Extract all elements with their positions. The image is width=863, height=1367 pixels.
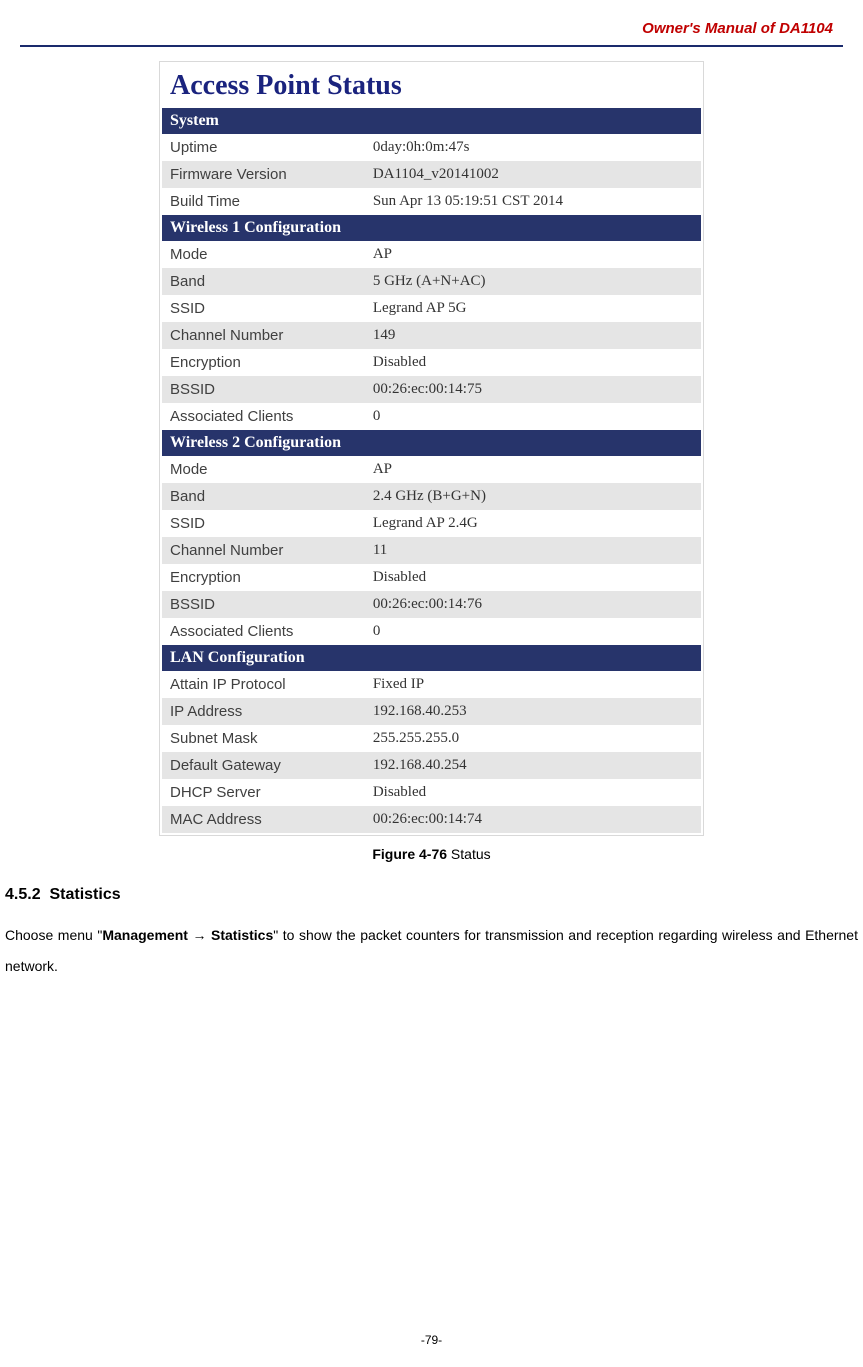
row-value: 00:26:ec:00:14:75 bbox=[367, 376, 701, 403]
row-label: Mode bbox=[162, 241, 367, 268]
section-wireless2: Wireless 2 Configuration bbox=[162, 430, 701, 456]
table-row: SSIDLegrand AP 5G bbox=[162, 295, 701, 322]
figure-text: Status bbox=[447, 846, 491, 862]
body-bold: Management → Statistics bbox=[102, 927, 273, 943]
row-label: Encryption bbox=[162, 564, 367, 591]
section-heading: 4.5.2 Statistics bbox=[5, 886, 858, 904]
table-row: MAC Address00:26:ec:00:14:74 bbox=[162, 806, 701, 833]
row-label: Band bbox=[162, 268, 367, 295]
row-label: Band bbox=[162, 483, 367, 510]
row-label: BSSID bbox=[162, 591, 367, 618]
table-row: BSSID00:26:ec:00:14:75 bbox=[162, 376, 701, 403]
figure-label: Figure 4-76 bbox=[372, 846, 447, 862]
row-label: Channel Number bbox=[162, 537, 367, 564]
table-row: Channel Number149 bbox=[162, 322, 701, 349]
row-value: AP bbox=[367, 456, 701, 483]
row-value: 0 bbox=[367, 403, 701, 430]
section-wireless1: Wireless 1 Configuration bbox=[162, 215, 701, 241]
row-value: 00:26:ec:00:14:76 bbox=[367, 591, 701, 618]
row-value: 0day:0h:0m:47s bbox=[367, 134, 701, 161]
table-row: Build TimeSun Apr 13 05:19:51 CST 2014 bbox=[162, 188, 701, 215]
figure-wrap: Access Point Status System Uptime0day:0h… bbox=[0, 61, 863, 836]
figure-caption: Figure 4-76 Status bbox=[0, 846, 863, 862]
table-row: Default Gateway192.168.40.254 bbox=[162, 752, 701, 779]
table-row: SSIDLegrand AP 2.4G bbox=[162, 510, 701, 537]
row-value: AP bbox=[367, 241, 701, 268]
table-wireless1: ModeAP Band5 GHz (A+N+AC) SSIDLegrand AP… bbox=[162, 241, 701, 430]
section-number: 4.5.2 bbox=[5, 886, 41, 903]
row-label: SSID bbox=[162, 295, 367, 322]
table-row: Band2.4 GHz (B+G+N) bbox=[162, 483, 701, 510]
row-value: Fixed IP bbox=[367, 671, 701, 698]
row-value: 192.168.40.254 bbox=[367, 752, 701, 779]
table-row: EncryptionDisabled bbox=[162, 564, 701, 591]
aps-title: Access Point Status bbox=[162, 64, 701, 108]
row-value: 149 bbox=[367, 322, 701, 349]
table-row: Subnet Mask255.255.255.0 bbox=[162, 725, 701, 752]
table-row: Associated Clients0 bbox=[162, 403, 701, 430]
row-value: 255.255.255.0 bbox=[367, 725, 701, 752]
table-row: Band5 GHz (A+N+AC) bbox=[162, 268, 701, 295]
row-label: Channel Number bbox=[162, 322, 367, 349]
row-label: DHCP Server bbox=[162, 779, 367, 806]
row-label: BSSID bbox=[162, 376, 367, 403]
row-label: Associated Clients bbox=[162, 403, 367, 430]
row-label: Build Time bbox=[162, 188, 367, 215]
table-row: Channel Number11 bbox=[162, 537, 701, 564]
row-value: Disabled bbox=[367, 349, 701, 376]
body-paragraph: Choose menu "Management → Statistics" to… bbox=[5, 920, 858, 982]
table-row: Firmware VersionDA1104_v20141002 bbox=[162, 161, 701, 188]
status-screenshot: Access Point Status System Uptime0day:0h… bbox=[159, 61, 704, 836]
section-content: 4.5.2 Statistics Choose menu "Management… bbox=[5, 886, 858, 982]
row-value: 0 bbox=[367, 618, 701, 645]
row-value: 11 bbox=[367, 537, 701, 564]
row-label: IP Address bbox=[162, 698, 367, 725]
table-system: Uptime0day:0h:0m:47s Firmware VersionDA1… bbox=[162, 134, 701, 215]
section-system: System bbox=[162, 108, 701, 134]
page-number: -79- bbox=[0, 1333, 863, 1347]
row-label: Subnet Mask bbox=[162, 725, 367, 752]
section-lan: LAN Configuration bbox=[162, 645, 701, 671]
table-row: DHCP ServerDisabled bbox=[162, 779, 701, 806]
table-row: Attain IP ProtocolFixed IP bbox=[162, 671, 701, 698]
section-title: Statistics bbox=[49, 886, 120, 903]
header-title: Owner's Manual of DA1104 bbox=[0, 20, 863, 45]
row-label: Mode bbox=[162, 456, 367, 483]
body-pre: Choose menu " bbox=[5, 927, 102, 943]
table-row: IP Address192.168.40.253 bbox=[162, 698, 701, 725]
table-row: Uptime0day:0h:0m:47s bbox=[162, 134, 701, 161]
row-value: Disabled bbox=[367, 779, 701, 806]
row-label: Associated Clients bbox=[162, 618, 367, 645]
table-row: EncryptionDisabled bbox=[162, 349, 701, 376]
row-label: Firmware Version bbox=[162, 161, 367, 188]
row-label: SSID bbox=[162, 510, 367, 537]
row-value: DA1104_v20141002 bbox=[367, 161, 701, 188]
table-row: Associated Clients0 bbox=[162, 618, 701, 645]
row-label: MAC Address bbox=[162, 806, 367, 833]
row-value: Legrand AP 2.4G bbox=[367, 510, 701, 537]
row-value: 192.168.40.253 bbox=[367, 698, 701, 725]
row-value: 00:26:ec:00:14:74 bbox=[367, 806, 701, 833]
row-value: 5 GHz (A+N+AC) bbox=[367, 268, 701, 295]
header-divider bbox=[20, 45, 843, 47]
row-label: Encryption bbox=[162, 349, 367, 376]
row-value: 2.4 GHz (B+G+N) bbox=[367, 483, 701, 510]
table-row: BSSID00:26:ec:00:14:76 bbox=[162, 591, 701, 618]
row-value: Disabled bbox=[367, 564, 701, 591]
table-row: ModeAP bbox=[162, 241, 701, 268]
row-label: Uptime bbox=[162, 134, 367, 161]
table-wireless2: ModeAP Band2.4 GHz (B+G+N) SSIDLegrand A… bbox=[162, 456, 701, 645]
row-value: Legrand AP 5G bbox=[367, 295, 701, 322]
row-value: Sun Apr 13 05:19:51 CST 2014 bbox=[367, 188, 701, 215]
table-row: ModeAP bbox=[162, 456, 701, 483]
row-label: Attain IP Protocol bbox=[162, 671, 367, 698]
table-lan: Attain IP ProtocolFixed IP IP Address192… bbox=[162, 671, 701, 833]
row-label: Default Gateway bbox=[162, 752, 367, 779]
